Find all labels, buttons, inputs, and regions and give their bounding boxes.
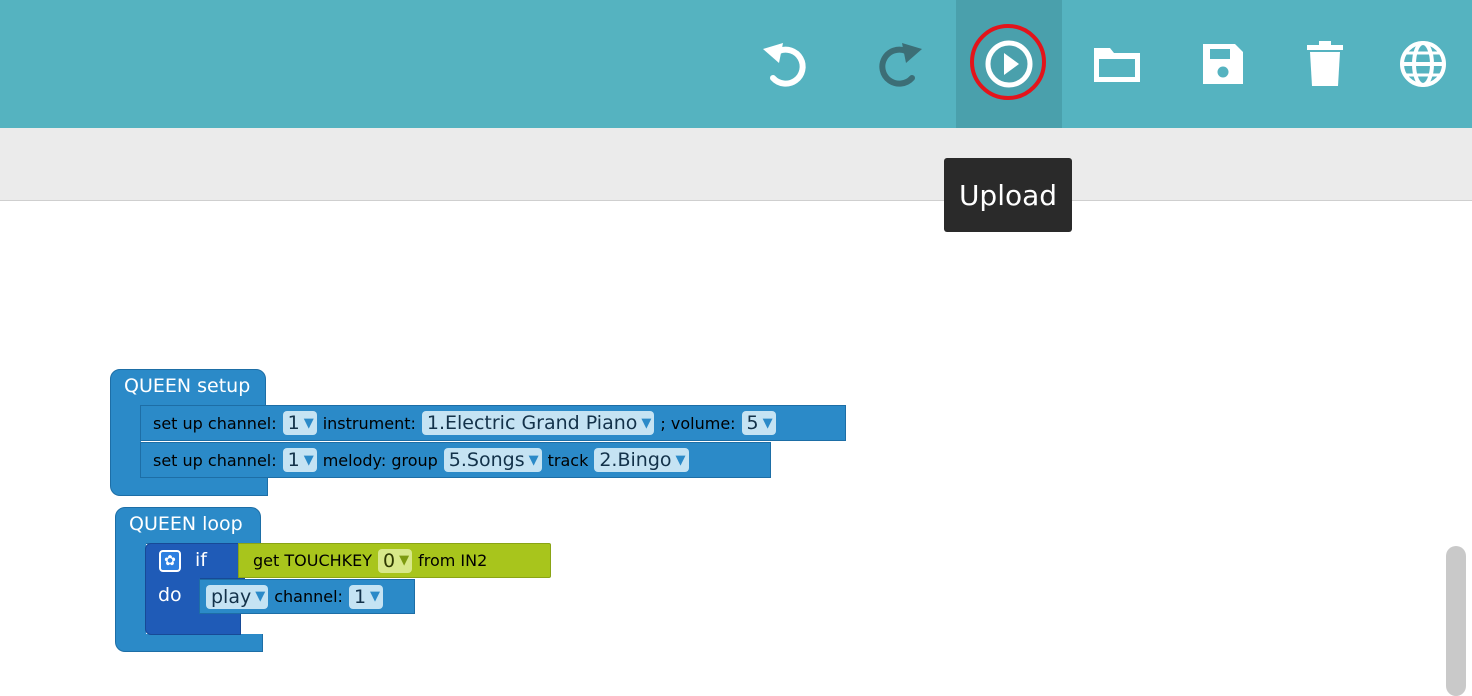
undo-icon [763, 43, 806, 87]
upload-tooltip: Upload [944, 158, 1072, 232]
loop-block-title: QUEEN loop [129, 513, 243, 535]
dropdown-arrow-icon: ▼ [370, 589, 381, 604]
save-button[interactable] [1170, 0, 1276, 128]
trash-icon [1307, 41, 1343, 86]
delete-button[interactable] [1272, 0, 1378, 128]
channel-dropdown[interactable]: 1 ▼ [282, 448, 317, 472]
upload-button[interactable] [956, 0, 1062, 128]
instrument-label: instrument: [322, 413, 416, 433]
dropdown-arrow-icon: ▼ [528, 452, 539, 468]
top-toolbar [0, 0, 1472, 128]
secondary-bar [0, 128, 1472, 201]
channel-dropdown[interactable]: 1 ▼ [282, 411, 317, 435]
setup-block[interactable]: QUEEN setup [110, 369, 266, 406]
redo-icon [879, 43, 922, 87]
statement-label: set up channel: [153, 413, 277, 433]
setup-block-title: QUEEN setup [124, 375, 251, 397]
setup-melody-statement[interactable]: set up channel: 1 ▼ melody: group 5.Songs… [140, 442, 771, 478]
track-dropdown[interactable]: 2.Bingo ▼ [594, 448, 689, 472]
dropdown-arrow-icon: ▼ [675, 452, 686, 468]
loop-block-arm [115, 543, 146, 636]
do-label: do [158, 584, 182, 606]
redo-button[interactable] [846, 0, 952, 128]
volume-label: ; volume: [660, 413, 736, 433]
save-icon [1203, 44, 1243, 84]
track-label: track [547, 450, 589, 470]
vertical-scrollbar[interactable] [1446, 546, 1466, 696]
group-dropdown[interactable]: 5.Songs ▼ [443, 448, 542, 472]
dropdown-arrow-icon: ▼ [641, 415, 652, 431]
touchkey-dropdown[interactable]: 0 ▼ [378, 548, 413, 573]
loop-block-foot [115, 634, 263, 652]
input-label: from IN2 [418, 551, 488, 570]
touchkey-condition-block[interactable]: get TOUCHKEY 0 ▼ from IN2 [238, 543, 551, 578]
setup-block-foot [110, 478, 268, 496]
statement-label: set up channel: [153, 450, 277, 470]
open-button[interactable] [1064, 0, 1170, 128]
undo-button[interactable] [733, 0, 839, 128]
loop-block[interactable]: QUEEN loop [115, 507, 261, 544]
instrument-dropdown[interactable]: 1.Electric Grand Piano ▼ [421, 411, 655, 435]
dropdown-arrow-icon: ▼ [303, 415, 314, 431]
play-circle-icon [985, 40, 1033, 88]
dropdown-arrow-icon: ▼ [399, 553, 410, 568]
dropdown-arrow-icon: ▼ [762, 415, 773, 431]
if-block-foot [145, 614, 241, 635]
melody-label: melody: group [322, 450, 438, 470]
dropdown-arrow-icon: ▼ [303, 452, 314, 468]
if-label: if [195, 549, 207, 571]
volume-dropdown[interactable]: 5 ▼ [741, 411, 776, 435]
touchkey-label: get TOUCHKEY [253, 551, 373, 570]
globe-icon [1400, 41, 1446, 87]
play-action-dropdown[interactable]: play ▼ [206, 584, 269, 609]
setup-instrument-statement[interactable]: set up channel: 1 ▼ instrument: 1.Electri… [140, 405, 846, 441]
gear-icon[interactable]: ✿ [159, 550, 181, 572]
play-channel-label: channel: [274, 587, 343, 606]
play-statement[interactable]: play ▼ channel: 1 ▼ [199, 579, 415, 614]
language-button[interactable] [1370, 0, 1472, 128]
dropdown-arrow-icon: ▼ [255, 589, 266, 604]
folder-icon [1094, 48, 1140, 82]
play-channel-dropdown[interactable]: 1 ▼ [348, 584, 384, 609]
setup-block-arm [110, 405, 141, 481]
